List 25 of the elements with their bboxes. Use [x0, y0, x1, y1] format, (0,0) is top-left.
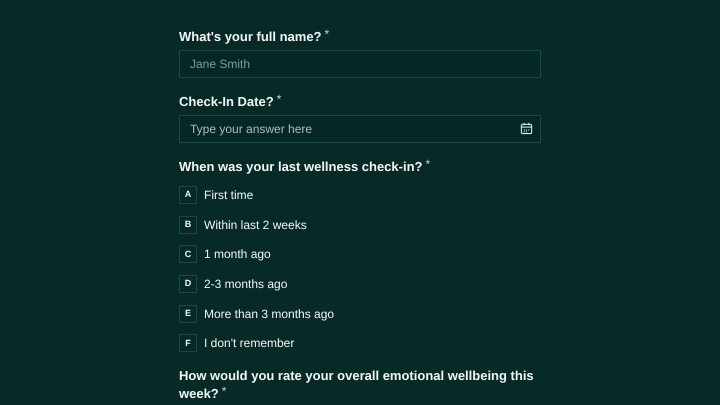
option-key: A — [179, 186, 197, 204]
option-key: E — [179, 304, 197, 323]
option-key: B — [179, 216, 197, 234]
answer-option[interactable]: C 1 month ago — [179, 245, 275, 264]
calendar-icon[interactable] — [520, 122, 533, 135]
answer-option[interactable]: E More than 3 months ago — [179, 304, 338, 323]
question-label: Check-In Date? * — [179, 93, 282, 111]
option-label: 2-3 months ago — [204, 276, 288, 294]
answer-option[interactable]: B Within last 2 weeks — [179, 216, 311, 234]
option-key: D — [179, 275, 197, 294]
question-label: What's your full name? * — [179, 28, 330, 46]
question-label: When was your last wellness check-in? * — [179, 158, 432, 176]
option-key: F — [179, 334, 197, 352]
answer-option[interactable]: F I don't remember — [179, 334, 298, 352]
option-label: More than 3 months ago — [204, 306, 334, 323]
answer-option[interactable]: D 2-3 months ago — [179, 275, 292, 294]
option-key: C — [179, 245, 197, 264]
answer-option[interactable]: A First time — [179, 186, 258, 204]
date-input-field[interactable]: Type your answer here — [179, 115, 541, 143]
option-label: First time — [204, 187, 254, 204]
text-input-field[interactable]: Jane Smith — [179, 50, 541, 78]
option-label: Within last 2 weeks — [204, 216, 307, 234]
option-label: 1 month ago — [204, 246, 271, 264]
question-label: How would you rate your overall emotional wellbeing this week? * — [179, 367, 535, 404]
option-label: I don't remember — [204, 335, 294, 352]
